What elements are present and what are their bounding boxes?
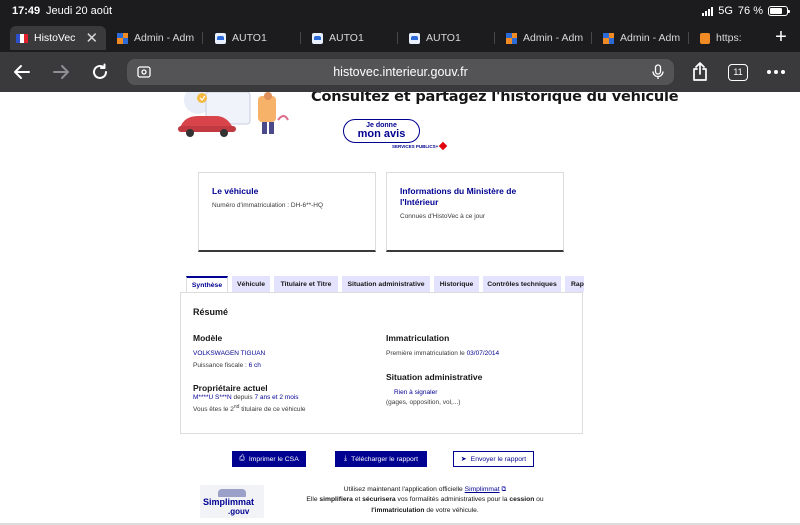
- browser-tab-histovec[interactable]: HistoVec ✕: [10, 26, 106, 50]
- simplimmat-logo[interactable]: Simplimmat .gouv: [200, 485, 264, 518]
- vehicle-card[interactable]: Le véhicule Numéro d'immatriculation : D…: [198, 172, 376, 252]
- owner-info: M****U S***N depuis 7 ans et 2 mois: [193, 394, 299, 401]
- signal-icon: [702, 6, 714, 16]
- tab-controles-techniques[interactable]: Contrôles techniques: [483, 276, 561, 292]
- browser-tab-bar: HistoVec ✕ Admin - Adm AUTO1 AUTO1 AUTO1…: [0, 22, 800, 52]
- ministry-info-card[interactable]: Informations du Ministère de l'Intérieur…: [386, 172, 564, 252]
- french-flag-icon: [16, 33, 28, 43]
- admin-situation-heading: Situation administrative: [386, 372, 483, 382]
- owner-heading: Propriétaire actuel: [193, 383, 268, 393]
- send-icon: ➤: [460, 456, 467, 463]
- ministry-card-title: Informations du Ministère de l'Intérieur: [400, 186, 517, 208]
- browser-tab-label: AUTO1: [232, 32, 267, 44]
- report-tabs: Synthèse Véhicule Titulaire et Titre Sit…: [186, 276, 584, 293]
- status-bar: 17:49 Jeudi 20 août 5G 76 %: [0, 0, 800, 22]
- tab-titulaire[interactable]: Titulaire et Titre: [274, 276, 338, 292]
- admin-situation-note: (gages, opposition, vol,...): [386, 399, 461, 406]
- admin-grid-icon: [117, 32, 128, 44]
- admin-grid-icon: [603, 32, 614, 44]
- holder-rank: Vous êtes le 2nd titulaire de ce véhicul…: [193, 404, 306, 414]
- page-headline: Consultez et partagez l'historique du vé…: [311, 92, 679, 105]
- browser-tab-label: Admin - Adm: [134, 32, 195, 44]
- browser-tab-label: HistoVec: [34, 32, 76, 44]
- close-tab-icon[interactable]: ✕: [85, 29, 98, 47]
- model-value: VOLKSWAGEN TIGUAN: [193, 350, 266, 357]
- back-arrow-icon[interactable]: [10, 60, 34, 84]
- summary-title: Résumé: [193, 307, 229, 317]
- simplimmat-link[interactable]: Simplimmat: [465, 486, 500, 493]
- tab-vehicule[interactable]: Véhicule: [232, 276, 270, 292]
- model-heading: Modèle: [193, 333, 223, 343]
- status-indicators: 5G 76 %: [702, 5, 790, 17]
- forward-arrow-icon[interactable]: [49, 60, 73, 84]
- tab-synthese[interactable]: Synthèse: [186, 276, 228, 293]
- browser-tab-auto1[interactable]: AUTO1: [215, 26, 301, 50]
- browser-toolbar: histovec.interieur.gouv.fr 11: [0, 52, 800, 92]
- microphone-icon[interactable]: [652, 64, 664, 80]
- synthese-panel: Résumé Modèle VOLKSWAGEN TIGUAN Puissanc…: [180, 292, 583, 434]
- network-label: 5G: [718, 5, 733, 17]
- download-report-button[interactable]: ⤓ Télécharger le rapport: [335, 451, 427, 467]
- tab-historique[interactable]: Historique: [434, 276, 479, 292]
- status-date: Jeudi 20 août: [46, 5, 113, 17]
- browser-tab-auto1[interactable]: AUTO1: [409, 26, 495, 50]
- browser-tab-admin[interactable]: Admin - Adm: [506, 26, 592, 50]
- browser-tab-label: Admin - Adm: [620, 32, 681, 44]
- tab-count: 11: [728, 63, 748, 81]
- address-bar[interactable]: histovec.interieur.gouv.fr: [127, 59, 674, 85]
- tab-rapport[interactable]: Rap: [565, 276, 584, 292]
- ministry-card-subtitle: Connues d'HistoVec à ce jour: [400, 213, 486, 221]
- registration-heading: Immatriculation: [386, 333, 450, 343]
- auto1-icon: [409, 32, 420, 44]
- print-csa-button[interactable]: ⎙ Imprimer le CSA: [232, 451, 306, 467]
- browser-tab-admin[interactable]: Admin - Adm: [603, 26, 689, 50]
- more-menu-icon[interactable]: [764, 60, 788, 84]
- first-registration: Première immatriculation le 03/07/2014: [386, 350, 500, 357]
- services-publics-logo: SERVICES PUBLICS+: [392, 141, 448, 151]
- fiscal-power: Puissance fiscale : 6 ch: [193, 362, 261, 369]
- vehicle-card-title: Le véhicule: [212, 186, 259, 196]
- auto1-icon: [215, 32, 226, 44]
- admin-situation-value: Rien à signaler: [394, 389, 438, 396]
- web-page: Consultez et partagez l'historique du vé…: [0, 92, 800, 525]
- new-tab-button[interactable]: +: [768, 25, 794, 49]
- site-settings-icon[interactable]: [137, 65, 151, 79]
- simplimmat-promo-text: Utilisez maintenant l'application offici…: [306, 486, 544, 514]
- url-text: histovec.interieur.gouv.fr: [333, 65, 468, 79]
- admin-grid-icon: [506, 32, 517, 44]
- tab-overview-button[interactable]: 11: [726, 60, 750, 84]
- car-icon: [218, 489, 246, 497]
- browser-tab-https[interactable]: https:: [700, 26, 752, 50]
- tab-situation-administrative[interactable]: Situation administrative: [342, 276, 430, 292]
- feedback-button[interactable]: Je donne mon avis: [343, 119, 420, 143]
- browser-tab-label: Admin - Adm: [523, 32, 584, 44]
- send-report-button[interactable]: ➤ Envoyer le rapport: [453, 451, 534, 467]
- download-icon: ⤓: [344, 455, 348, 462]
- print-icon: ⎙: [239, 455, 245, 462]
- external-link-icon: ⧉: [501, 486, 507, 493]
- hero-illustration: [178, 92, 289, 137]
- vehicle-card-subtitle: Numéro d'immatriculation : DH-6**-HQ: [212, 202, 324, 210]
- battery-percent: 76 %: [737, 5, 763, 17]
- browser-tab-label: https:: [716, 32, 742, 44]
- browser-tab-admin[interactable]: Admin - Adm: [117, 26, 203, 50]
- auto1-icon: [312, 32, 323, 44]
- browser-tab-label: AUTO1: [426, 32, 461, 44]
- browser-tab-label: AUTO1: [329, 32, 364, 44]
- browser-tab-auto1[interactable]: AUTO1: [312, 26, 398, 50]
- https-icon: [700, 32, 710, 44]
- share-icon[interactable]: [688, 60, 712, 84]
- status-time: 17:49: [12, 5, 41, 17]
- reload-icon[interactable]: [88, 60, 112, 84]
- battery-icon: [768, 6, 790, 16]
